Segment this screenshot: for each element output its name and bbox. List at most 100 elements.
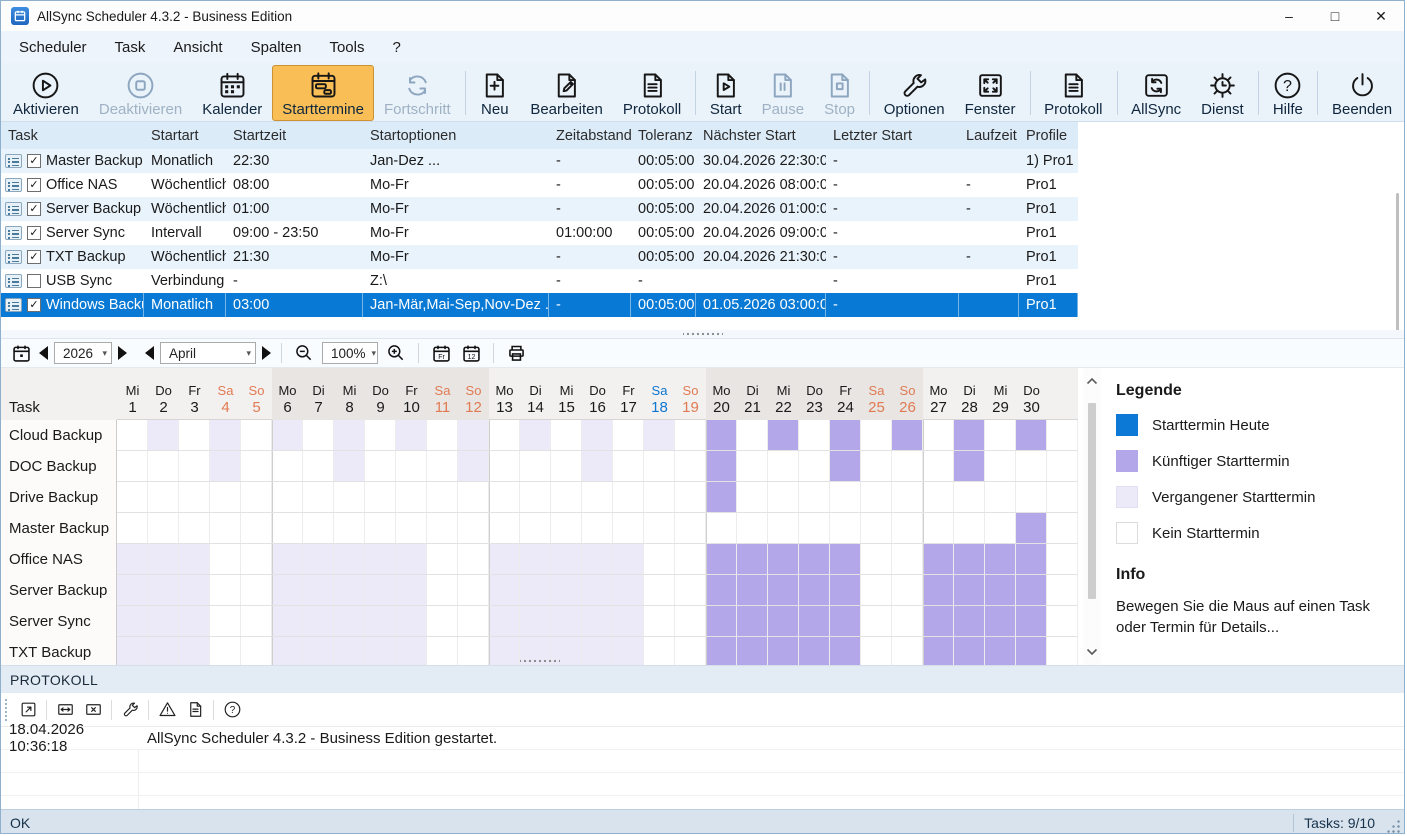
empty-cell[interactable] [303, 513, 334, 543]
empty-cell[interactable] [427, 482, 458, 512]
future-start-cell[interactable] [892, 420, 923, 450]
past-start-cell[interactable] [148, 420, 179, 450]
empty-cell[interactable] [1047, 513, 1078, 543]
future-start-cell[interactable] [768, 420, 799, 450]
empty-cell[interactable] [458, 482, 489, 512]
toolbar-button-bearbeiten[interactable]: Bearbeiten [520, 65, 613, 121]
calendar-scrollbar[interactable] [1083, 368, 1101, 665]
empty-cell[interactable] [985, 451, 1016, 481]
empty-cell[interactable] [799, 513, 830, 543]
past-start-cell[interactable] [303, 606, 334, 636]
future-start-cell[interactable] [706, 451, 737, 481]
toolbar-button-kalender[interactable]: Kalender [192, 65, 272, 121]
empty-cell[interactable] [427, 420, 458, 450]
scroll-down-icon[interactable] [1086, 639, 1098, 665]
splitter-table-calendar[interactable] [1, 330, 1404, 338]
past-start-cell[interactable] [179, 544, 210, 574]
empty-cell[interactable] [241, 575, 272, 605]
future-start-cell[interactable] [830, 451, 861, 481]
empty-cell[interactable] [954, 513, 985, 543]
column-header[interactable]: Startzeit [226, 122, 363, 149]
toolbar-button-fortschritt[interactable]: Fortschritt [374, 65, 461, 121]
future-start-cell[interactable] [737, 606, 768, 636]
empty-cell[interactable] [427, 544, 458, 574]
empty-cell[interactable] [644, 544, 675, 574]
empty-cell[interactable] [551, 482, 582, 512]
past-start-cell[interactable] [148, 575, 179, 605]
future-start-cell[interactable] [1016, 544, 1047, 574]
empty-cell[interactable] [520, 513, 551, 543]
past-start-cell[interactable] [334, 451, 365, 481]
column-header[interactable]: Task [1, 122, 144, 149]
empty-cell[interactable] [179, 451, 210, 481]
future-start-cell[interactable] [799, 606, 830, 636]
past-start-cell[interactable] [365, 606, 396, 636]
toolbar-button-aktivieren[interactable]: Aktivieren [3, 65, 89, 121]
past-start-cell[interactable] [520, 606, 551, 636]
past-start-cell[interactable] [148, 606, 179, 636]
fit-width-icon[interactable] [52, 697, 78, 723]
empty-cell[interactable] [892, 482, 923, 512]
print-icon[interactable] [504, 341, 528, 365]
column-header[interactable]: Startart [144, 122, 226, 149]
future-start-cell[interactable] [985, 606, 1016, 636]
empty-cell[interactable] [241, 420, 272, 450]
splitter-calendar-protokoll[interactable] [1, 657, 1078, 665]
future-start-cell[interactable] [706, 420, 737, 450]
column-header[interactable]: Profile [1019, 122, 1078, 149]
future-start-cell[interactable] [706, 575, 737, 605]
year-select[interactable]: 2026▾ [54, 342, 112, 364]
empty-cell[interactable] [1047, 575, 1078, 605]
empty-cell[interactable] [241, 451, 272, 481]
empty-cell[interactable] [334, 482, 365, 512]
empty-cell[interactable] [892, 451, 923, 481]
empty-cell[interactable] [458, 544, 489, 574]
empty-cell[interactable] [179, 420, 210, 450]
table-row[interactable]: ✓Office NASWöchentlich08:00Mo-Fr-00:05:0… [1, 173, 1078, 197]
empty-cell[interactable] [396, 482, 427, 512]
past-start-cell[interactable] [272, 544, 303, 574]
task-checkbox[interactable]: ✓ [27, 154, 41, 168]
empty-cell[interactable] [675, 482, 706, 512]
past-start-cell[interactable] [582, 575, 613, 605]
empty-cell[interactable] [148, 451, 179, 481]
past-start-cell[interactable] [272, 420, 303, 450]
task-checkbox[interactable]: ✓ [27, 178, 41, 192]
empty-cell[interactable] [644, 513, 675, 543]
past-start-cell[interactable] [117, 606, 148, 636]
empty-cell[interactable] [210, 606, 241, 636]
empty-cell[interactable] [272, 513, 303, 543]
splitter-handle[interactable] [520, 659, 560, 663]
empty-cell[interactable] [210, 544, 241, 574]
empty-cell[interactable] [768, 451, 799, 481]
empty-cell[interactable] [861, 451, 892, 481]
empty-cell[interactable] [117, 451, 148, 481]
column-header[interactable]: Letzter Start [826, 122, 959, 149]
future-start-cell[interactable] [1016, 575, 1047, 605]
empty-cell[interactable] [861, 482, 892, 512]
empty-cell[interactable] [551, 420, 582, 450]
week-number-calendar-icon[interactable]: 12 [459, 341, 483, 365]
toolbar-button-start[interactable]: Start [700, 65, 752, 121]
table-row[interactable]: USB SyncVerbindung-Z:\---Pro1 [1, 269, 1078, 293]
empty-cell[interactable] [210, 482, 241, 512]
task-checkbox[interactable] [27, 274, 41, 288]
empty-cell[interactable] [613, 513, 644, 543]
past-start-cell[interactable] [551, 575, 582, 605]
splitter-handle[interactable] [683, 332, 723, 336]
table-scrollbar-thumb[interactable] [1396, 193, 1399, 331]
past-start-cell[interactable] [303, 544, 334, 574]
empty-cell[interactable] [675, 420, 706, 450]
empty-cell[interactable] [582, 513, 613, 543]
future-start-cell[interactable] [923, 544, 954, 574]
toolbar-button-dienst[interactable]: Dienst [1191, 65, 1254, 121]
empty-cell[interactable] [861, 420, 892, 450]
past-start-cell[interactable] [334, 575, 365, 605]
empty-cell[interactable] [675, 451, 706, 481]
past-start-cell[interactable] [458, 451, 489, 481]
past-start-cell[interactable] [334, 544, 365, 574]
menu-item-task[interactable]: Task [101, 35, 160, 60]
empty-cell[interactable] [489, 482, 520, 512]
past-start-cell[interactable] [396, 544, 427, 574]
empty-cell[interactable] [737, 482, 768, 512]
